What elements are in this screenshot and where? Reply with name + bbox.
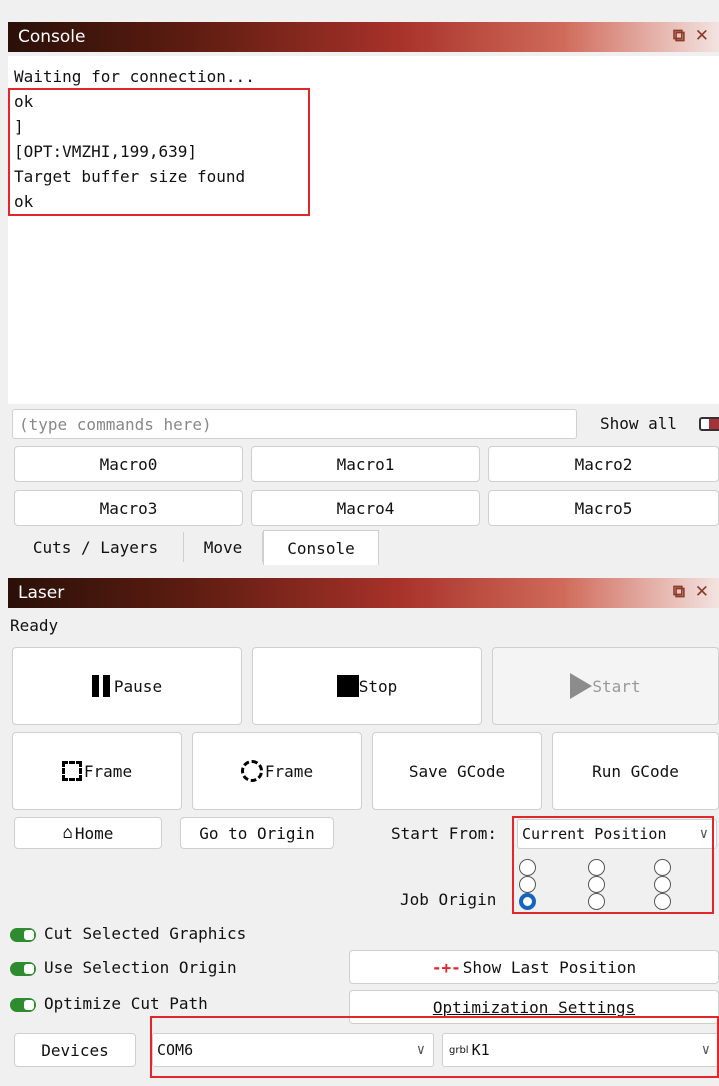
optimize-cut-path-toggle[interactable] — [10, 998, 36, 1012]
highlight-box-console — [8, 88, 310, 216]
highlight-box-origin — [512, 816, 714, 914]
save-gcode-button[interactable]: Save GCode — [372, 732, 542, 810]
start-button[interactable]: Start — [492, 647, 719, 725]
console-line: Waiting for connection... — [14, 67, 255, 86]
use-selection-origin-label: Use Selection Origin — [44, 958, 237, 977]
undock-icon[interactable]: ⧉ — [673, 582, 685, 602]
crosshair-icon: -+- — [431, 957, 461, 977]
start-from-label: Start From: — [391, 824, 497, 843]
origin-radio-top-right[interactable] — [654, 859, 671, 876]
use-selection-origin-toggle[interactable] — [10, 962, 36, 976]
pause-icon — [91, 675, 110, 697]
tab-move[interactable]: Move — [184, 532, 263, 562]
highlight-box-device — [150, 1016, 719, 1078]
show-all-toggle[interactable] — [699, 417, 719, 431]
command-placeholder: (type commands here) — [19, 415, 212, 434]
devices-button[interactable]: Devices — [14, 1033, 136, 1067]
close-icon[interactable]: ✕ — [695, 582, 709, 602]
show-all-label: Show all — [600, 414, 678, 433]
frame-circle-label: Frame — [264, 761, 314, 781]
origin-radio-bottom-right[interactable] — [654, 893, 671, 910]
cut-selected-label: Cut Selected Graphics — [44, 924, 247, 943]
go-to-origin-button[interactable]: Go to Origin — [180, 817, 334, 849]
frame-rect-label: Frame — [83, 761, 133, 781]
job-origin-label: Job Origin — [400, 890, 497, 909]
home-label: Home — [74, 823, 114, 843]
origin-radio-top-left[interactable] — [519, 859, 536, 876]
show-last-position-label: Show Last Position — [462, 957, 637, 977]
tab-bar: Cuts / Layers Move Console — [8, 530, 719, 565]
origin-radio-top-center[interactable] — [588, 859, 605, 876]
origin-radio-middle-center[interactable] — [588, 876, 605, 893]
tab-cuts-layers[interactable]: Cuts / Layers — [8, 532, 184, 562]
home-button[interactable]: ⌂ Home — [14, 817, 162, 849]
home-icon: ⌂ — [62, 823, 73, 843]
macro5-button[interactable]: Macro5 — [488, 490, 719, 526]
origin-radio-middle-left[interactable] — [519, 876, 536, 893]
macro1-button[interactable]: Macro1 — [251, 446, 480, 482]
stop-label: Stop — [358, 676, 398, 696]
macro3-button[interactable]: Macro3 — [14, 490, 243, 526]
macro4-button[interactable]: Macro4 — [251, 490, 480, 526]
pause-label: Pause — [113, 676, 163, 696]
show-last-position-button[interactable]: -+- Show Last Position — [349, 950, 719, 984]
optimize-cut-path-label: Optimize Cut Path — [44, 994, 208, 1013]
macro2-button[interactable]: Macro2 — [488, 446, 719, 482]
console-titlebar: Console ⧉ ✕ — [8, 22, 719, 52]
frame-rect-icon — [61, 761, 82, 781]
run-gcode-button[interactable]: Run GCode — [552, 732, 719, 810]
stop-button[interactable]: Stop — [252, 647, 482, 725]
start-icon — [570, 673, 593, 699]
laser-title: Laser — [18, 583, 65, 603]
origin-radio-bottom-center[interactable] — [588, 893, 605, 910]
laser-titlebar: Laser ⧉ ✕ — [8, 578, 719, 608]
frame-circle-icon — [240, 760, 263, 782]
frame-circle-button[interactable]: Frame — [192, 732, 362, 810]
cut-selected-toggle[interactable] — [10, 928, 36, 942]
start-label: Start — [592, 676, 641, 696]
origin-radio-bottom-left[interactable] — [519, 893, 536, 910]
laser-status: Ready — [10, 616, 59, 635]
console-title: Console — [18, 27, 86, 47]
close-icon[interactable]: ✕ — [695, 26, 709, 46]
origin-radio-middle-right[interactable] — [654, 876, 671, 893]
tab-console[interactable]: Console — [263, 530, 379, 565]
macro0-button[interactable]: Macro0 — [14, 446, 243, 482]
undock-icon[interactable]: ⧉ — [673, 26, 685, 46]
pause-button[interactable]: Pause — [12, 647, 242, 725]
command-input[interactable]: (type commands here) — [12, 409, 577, 439]
stop-icon — [336, 675, 359, 697]
frame-rect-button[interactable]: Frame — [12, 732, 182, 810]
